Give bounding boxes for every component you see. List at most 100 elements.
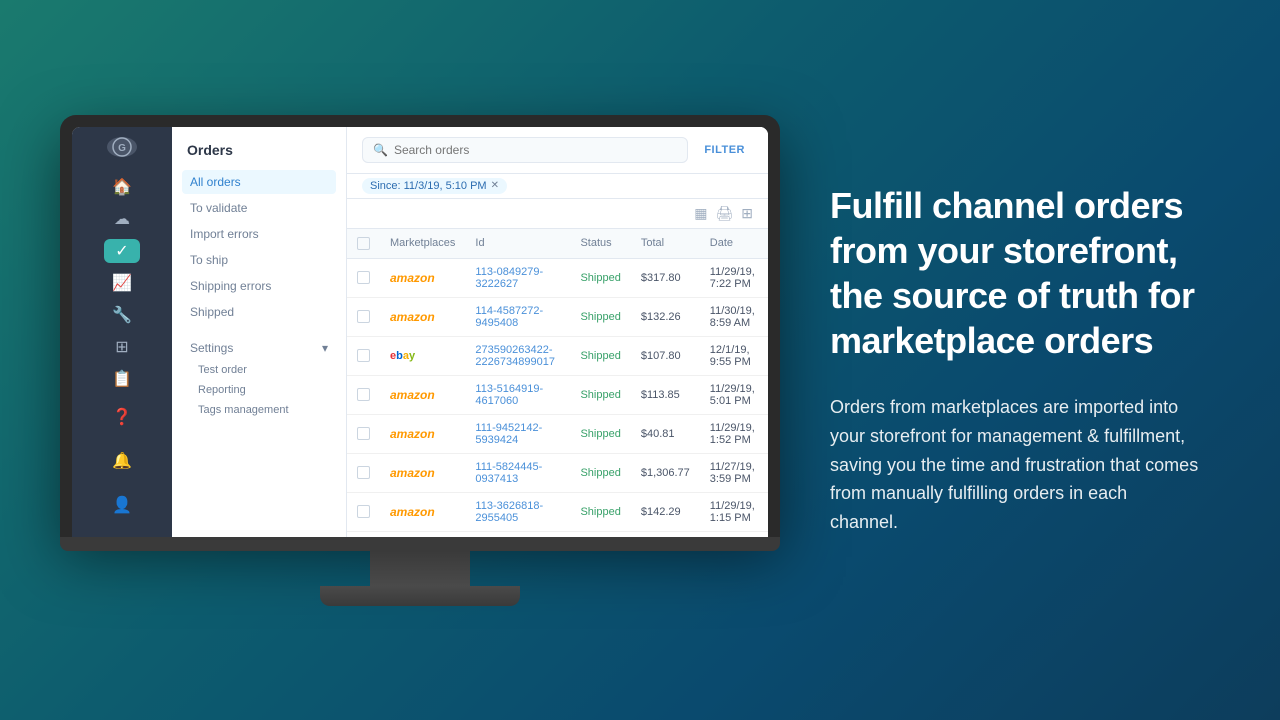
- filter-button[interactable]: FILTER: [696, 140, 753, 160]
- table-row: amazon 113-3626818-2955405 Shipped $142.291…: [347, 492, 768, 531]
- total-cell: $107.80: [631, 336, 700, 375]
- total-cell: $40.81: [631, 414, 700, 453]
- sidebar: G 🏠 ☁ ✓ 📈 🔧 ⊞ 📋 ❓ 🔔 👤: [72, 127, 172, 537]
- monitor-bottom-bar: [60, 537, 780, 551]
- total-cell: $1,306.77: [631, 453, 700, 492]
- nav-tags-management[interactable]: Tags management: [182, 400, 336, 420]
- nav-to-ship[interactable]: To ship: [182, 248, 336, 272]
- nav-test-order[interactable]: Test order: [182, 360, 336, 380]
- search-toolbar: 🔍 FILTER: [347, 127, 768, 174]
- date-cell: 11/29/19, 5:01 PM: [700, 375, 768, 414]
- search-icon: 🔍: [373, 143, 388, 157]
- marketplace-cell: amazon: [380, 297, 465, 336]
- headline: Fulfill channel orders from your storefr…: [830, 183, 1200, 363]
- status-cell: Shipped: [570, 258, 630, 297]
- sidebar-bottom: ❓ 🔔 👤: [104, 395, 140, 537]
- sidebar-doc-icon[interactable]: 📋: [104, 367, 140, 391]
- marketplace-cell: amazon: [380, 492, 465, 531]
- total-cell: $142.29: [631, 492, 700, 531]
- status-cell: Shipped: [570, 375, 630, 414]
- col-status: Status: [570, 229, 630, 259]
- row-checkbox[interactable]: [357, 388, 370, 401]
- filter-tag-close-icon[interactable]: ✕: [491, 180, 499, 191]
- search-box[interactable]: 🔍: [362, 137, 688, 163]
- total-cell: $113.85: [631, 375, 700, 414]
- monitor-stand: [60, 537, 780, 606]
- table-row: amazon111-9452142-5939424Shipped$40.8111…: [347, 414, 768, 453]
- date-cell: 11/29/19, 1:15 PM: [700, 492, 768, 531]
- nav-import-errors[interactable]: Import errors: [182, 222, 336, 246]
- status-badge: Shipped: [580, 467, 620, 479]
- order-id-cell: 113-3626818-2955405: [465, 492, 570, 531]
- amazon-logo: amazon: [390, 505, 435, 519]
- status-badge: Shipped: [580, 311, 620, 323]
- nav-settings-section: Settings ▾: [182, 336, 336, 360]
- svg-text:G: G: [118, 143, 126, 154]
- ebay-logo: ebay: [390, 350, 415, 362]
- filter-tag-row: Since: 11/3/19, 5:10 PM ✕: [347, 174, 768, 199]
- table-row: amazon113-0849279-3222627Shipped$317.801…: [347, 258, 768, 297]
- row-checkbox[interactable]: [357, 427, 370, 440]
- nav-to-validate[interactable]: To validate: [182, 196, 336, 220]
- order-id-cell: 113-0849279-3222627: [465, 258, 570, 297]
- monitor-frame: G 🏠 ☁ ✓ 📈 🔧 ⊞ 📋 ❓ 🔔 👤 Orders All: [60, 115, 780, 537]
- order-id-cell: 273590263422-2226734899017: [465, 336, 570, 375]
- marketplace-cell: amazon: [380, 453, 465, 492]
- amazon-logo: amazon: [390, 427, 435, 441]
- table-row: ebay 273590263422-2226734899017 Shipped $10…: [347, 336, 768, 375]
- amazon-logo: amazon: [390, 271, 435, 285]
- sidebar-active-icon[interactable]: ✓: [104, 239, 140, 263]
- select-all-checkbox[interactable]: [357, 237, 370, 250]
- sidebar-tool-icon[interactable]: 🔧: [104, 303, 140, 327]
- sidebar-bell-icon[interactable]: 🔔: [104, 443, 140, 479]
- nav-shipped[interactable]: Shipped: [182, 300, 336, 324]
- filter-tag-pill[interactable]: Since: 11/3/19, 5:10 PM ✕: [362, 178, 507, 194]
- status-cell: Shipped: [570, 414, 630, 453]
- total-cell: $132.26: [631, 297, 700, 336]
- screen: G 🏠 ☁ ✓ 📈 🔧 ⊞ 📋 ❓ 🔔 👤 Orders All: [72, 127, 768, 537]
- columns-icon[interactable]: ▦: [694, 205, 707, 222]
- sidebar-logo[interactable]: G: [107, 137, 137, 157]
- sidebar-help-icon[interactable]: ❓: [104, 399, 140, 435]
- marketplace-cell: amazon: [380, 414, 465, 453]
- nav-shipping-errors[interactable]: Shipping errors: [182, 274, 336, 298]
- sidebar-grid-icon[interactable]: ⊞: [104, 335, 140, 359]
- order-id-cell: 111-5824445-0937413: [465, 453, 570, 492]
- grid-icon[interactable]: ⊞: [741, 205, 753, 222]
- row-checkbox[interactable]: [357, 271, 370, 284]
- row-checkbox[interactable]: [357, 466, 370, 479]
- sidebar-user-icon[interactable]: 👤: [104, 487, 140, 523]
- status-cell: Shipped: [570, 336, 630, 375]
- status-cell: Shipped: [570, 453, 630, 492]
- marketplace-cell: amazon: [380, 258, 465, 297]
- settings-chevron: ▾: [322, 341, 328, 355]
- row-checkbox[interactable]: [357, 310, 370, 323]
- sidebar-cloud-icon[interactable]: ☁: [104, 207, 140, 231]
- date-cell: 12/1/19, 9:55 PM: [700, 336, 768, 375]
- nav-reporting[interactable]: Reporting: [182, 380, 336, 400]
- order-id-cell: 111-9452142-5939424: [465, 414, 570, 453]
- print-icon[interactable]: 🖨: [715, 205, 733, 222]
- order-id-cell: 113-5164919-4617060: [465, 375, 570, 414]
- search-input[interactable]: [394, 143, 677, 157]
- date-cell: 11/27/19, 3:59 PM: [700, 453, 768, 492]
- status-badge: Shipped: [580, 350, 620, 362]
- status-badge: Shipped: [580, 428, 620, 440]
- orders-table: Marketplaces Id Status Total Date amazon…: [347, 229, 768, 537]
- table-row: amazon 111-5824445-0937413 Shipped $1,306.7…: [347, 453, 768, 492]
- stand-neck: [370, 551, 470, 586]
- description: Orders from marketplaces are imported in…: [830, 393, 1200, 537]
- row-checkbox[interactable]: [357, 505, 370, 518]
- filter-tag-label: Since: 11/3/19, 5:10 PM: [370, 180, 487, 192]
- sidebar-home-icon[interactable]: 🏠: [104, 176, 140, 200]
- row-checkbox[interactable]: [357, 349, 370, 362]
- left-nav-title: Orders: [182, 142, 336, 158]
- sidebar-chart-icon[interactable]: 📈: [104, 271, 140, 295]
- text-panel: Fulfill channel orders from your storefr…: [800, 163, 1220, 557]
- nav-all-orders[interactable]: All orders: [182, 170, 336, 194]
- status-badge: Shipped: [580, 506, 620, 518]
- date-cell: 11/30/19, 8:59 AM: [700, 297, 768, 336]
- amazon-logo: amazon: [390, 466, 435, 480]
- status-cell: Shipped: [570, 297, 630, 336]
- status-badge: Shipped: [580, 389, 620, 401]
